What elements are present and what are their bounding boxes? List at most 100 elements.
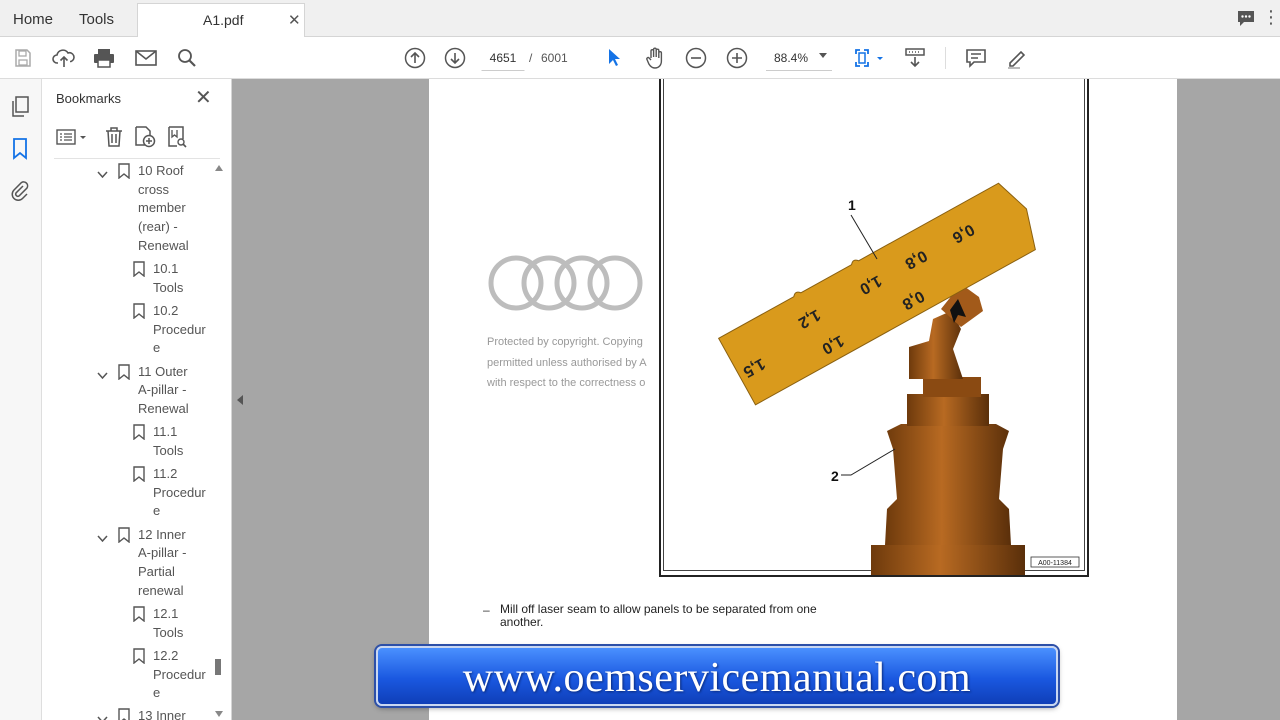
bookmark-toolbar xyxy=(54,125,224,151)
bookmark-label-line: Procedur xyxy=(153,666,206,682)
tab-document[interactable]: A1.pdf ✕ xyxy=(137,3,305,38)
chevron-down-icon[interactable] xyxy=(97,711,108,720)
bookmark-label-line: A-pillar - xyxy=(138,382,187,398)
page-separator: / xyxy=(529,51,533,65)
gauge-illustration: 1,5 1,2 1,0 1,0 0,8 0,8 0,6 1 2 A00-1138… xyxy=(717,182,1080,575)
tab-tools[interactable]: Tools xyxy=(79,11,114,28)
bookmark-label-line: e xyxy=(153,685,161,701)
bookmark-item[interactable]: 11.1 Tools xyxy=(42,424,212,465)
print-icon[interactable] xyxy=(92,46,116,70)
collapse-panel-icon[interactable] xyxy=(237,395,243,405)
bookmark-icon xyxy=(118,163,130,180)
bookmark-label: 10.2 Procedur e xyxy=(153,302,206,358)
bookmark-icon xyxy=(133,424,145,441)
chevron-down-icon[interactable] xyxy=(97,367,108,379)
delete-bookmark-icon[interactable] xyxy=(103,125,125,149)
zoom-in-icon[interactable] xyxy=(725,46,749,70)
step-text: Mill off laser seam to allow panels to b… xyxy=(500,602,817,629)
zoom-level-select[interactable]: 88.4% xyxy=(766,45,832,71)
select-cursor-icon[interactable] xyxy=(602,46,626,70)
bookmark-search-icon[interactable] xyxy=(166,125,188,149)
bookmark-icon xyxy=(133,303,145,320)
page-number-input[interactable]: 4651 xyxy=(481,45,525,71)
page-up-icon[interactable] xyxy=(403,46,427,70)
close-icon[interactable]: ✕ xyxy=(195,88,212,108)
copyright-line: Protected by copyright. Copying xyxy=(487,336,643,348)
save-icon[interactable] xyxy=(11,46,35,70)
watermark-banner: www.oemservicemanual.com xyxy=(376,646,1058,706)
bookmark-item[interactable]: 11.2 Procedur e xyxy=(42,466,212,526)
document-viewer[interactable]: Protected by copyright. Copying permitte… xyxy=(232,79,1280,720)
tab-bar: Home Tools A1.pdf ✕ ⋮ xyxy=(0,0,1280,38)
scrollbar-thumb[interactable] xyxy=(215,659,221,675)
step-bullet: – xyxy=(483,603,490,617)
bookmark-label-line: A-pillar - xyxy=(138,545,187,561)
bookmark-label-line: 11.2 xyxy=(153,466,178,481)
toolbar-divider xyxy=(945,47,946,69)
fit-page-icon[interactable] xyxy=(853,46,887,70)
bookmark-label-line: renewal xyxy=(138,582,184,598)
page-down-icon[interactable] xyxy=(443,46,467,70)
chat-icon[interactable] xyxy=(1236,10,1256,33)
bookmark-scrollbar[interactable] xyxy=(212,163,226,720)
hand-tool-icon[interactable] xyxy=(643,46,667,70)
bookmark-label-line: 10 Roof xyxy=(138,163,184,178)
page-thumbnails-icon[interactable] xyxy=(9,96,31,118)
bookmark-icon xyxy=(133,466,145,483)
tab-home[interactable]: Home xyxy=(13,11,53,28)
bookmark-label: 10 Roof cross member (rear) - Renewal xyxy=(138,163,189,256)
bookmark-item[interactable]: 12.2 Procedur e xyxy=(42,648,212,708)
tab-close-icon[interactable]: ✕ xyxy=(288,11,301,29)
bookmark-label-line: member xyxy=(138,200,186,216)
bookmark-label: 10.1 Tools xyxy=(153,260,183,297)
scroll-down-icon[interactable] xyxy=(215,711,223,717)
bookmark-label-line: cross xyxy=(138,181,170,197)
bookmark-icon xyxy=(118,526,130,544)
bookmark-item[interactable]: 11 Outer A-pillar - Renewal xyxy=(42,364,212,424)
panel-divider xyxy=(54,158,220,159)
bookmark-item[interactable]: 12.1 Tools xyxy=(42,606,212,647)
bookmark-item[interactable]: 13 Inner xyxy=(42,708,212,720)
add-bookmark-icon[interactable] xyxy=(134,125,156,149)
bookmark-label-line: e xyxy=(153,503,161,519)
attachment-icon[interactable] xyxy=(9,180,31,202)
callout-2: 2 xyxy=(831,468,839,484)
more-options-icon[interactable]: ⋮ xyxy=(1262,8,1280,26)
bookmark-label-line: (rear) - xyxy=(138,219,178,235)
bookmark-label-line: 10.2 xyxy=(153,302,179,318)
email-icon[interactable] xyxy=(134,46,158,70)
copyright-notice: Protected by copyright. Copying permitte… xyxy=(487,332,657,394)
zoom-out-icon[interactable] xyxy=(684,46,708,70)
chevron-down-icon[interactable] xyxy=(819,53,827,58)
bookmark-icon[interactable] xyxy=(9,138,31,160)
bookmark-icon xyxy=(133,606,145,623)
bookmark-label-line: Renewal xyxy=(138,400,189,416)
bookmark-item[interactable]: 12 Inner A-pillar - Partial renewal xyxy=(42,527,212,606)
bookmark-label-line: e xyxy=(153,340,161,356)
bookmark-item[interactable]: 10.2 Procedur e xyxy=(42,303,212,363)
scroll-mode-icon[interactable] xyxy=(903,46,927,70)
upload-icon[interactable] xyxy=(52,46,76,70)
callout-line xyxy=(850,214,878,260)
bookmark-item[interactable]: 10 Roof cross member (rear) - Renewal xyxy=(42,163,212,261)
comment-icon[interactable] xyxy=(964,46,988,70)
chevron-down-icon[interactable] xyxy=(97,166,108,179)
copyright-line: permitted unless authorised by A xyxy=(487,356,647,369)
search-icon[interactable] xyxy=(175,46,199,70)
bookmark-label: 13 Inner xyxy=(138,707,186,720)
copyright-line: with respect to the correctness o xyxy=(487,377,646,389)
left-rail xyxy=(0,79,42,720)
audi-logo-watermark xyxy=(487,254,645,317)
toolbar: 4651 / 6001 88.4% xyxy=(0,37,1280,79)
bookmarks-panel: Bookmarks ✕ 10 Roof cross member (rear) - Re… xyxy=(42,79,232,720)
bookmark-label-line: Partial xyxy=(138,564,175,579)
highlight-pen-icon[interactable] xyxy=(1005,46,1029,70)
chevron-down-icon[interactable] xyxy=(97,530,108,542)
scroll-up-icon[interactable] xyxy=(215,165,223,171)
total-pages: 6001 xyxy=(541,51,568,65)
bookmark-options-icon[interactable] xyxy=(56,125,88,149)
bookmark-item[interactable]: 10.1 Tools xyxy=(42,261,212,302)
bookmark-label-line: 11 Outer xyxy=(138,363,188,379)
technical-figure: 1,5 1,2 1,0 1,0 0,8 0,8 0,6 1 2 A00-1138… xyxy=(659,79,1089,577)
bookmark-icon xyxy=(118,363,130,380)
